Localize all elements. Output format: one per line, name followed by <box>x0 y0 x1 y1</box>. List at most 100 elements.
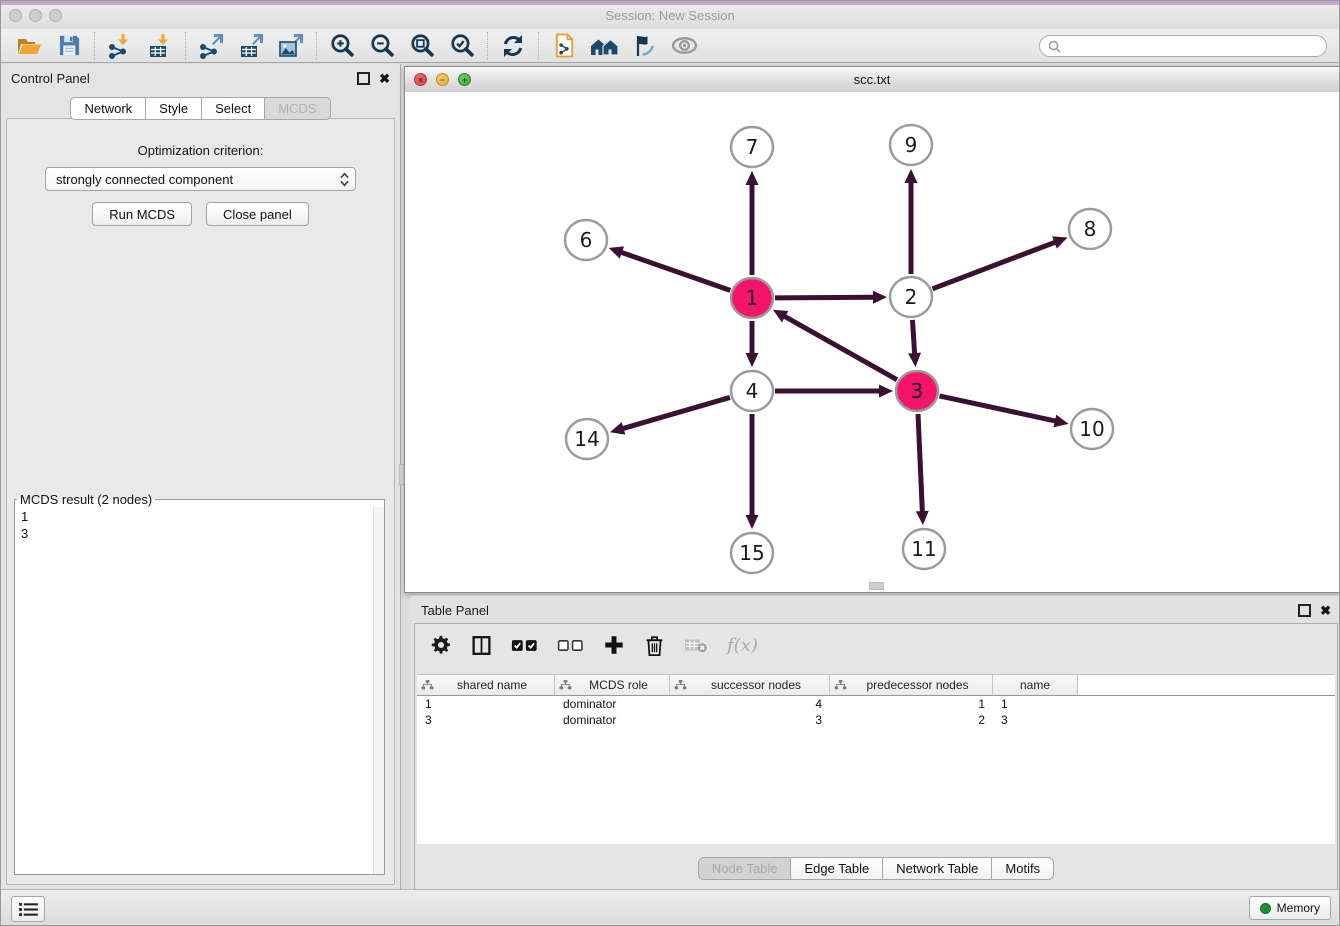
refresh-layout-button[interactable] <box>493 31 533 61</box>
close-table-panel-icon[interactable]: ✖ <box>1320 604 1331 617</box>
toolbar-separator <box>94 32 95 60</box>
cell-successor-nodes: 4 <box>670 697 830 711</box>
graph-edge-1-2[interactable] <box>775 291 887 304</box>
network-graph-svg[interactable]: 1 2 3 4 6 7 8 9 10 11 14 15 <box>405 92 1339 592</box>
control-panel-header: Control Panel ✖ <box>1 64 400 92</box>
split-column-button[interactable] <box>471 635 492 656</box>
graph-edge-4-3[interactable] <box>775 385 893 398</box>
graph-node-1[interactable]: 1 <box>731 278 773 318</box>
add-column-button[interactable] <box>603 634 625 656</box>
graph-node-7[interactable]: 7 <box>731 127 773 167</box>
cell-shared-name: 1 <box>417 697 555 711</box>
tab-select[interactable]: Select <box>201 97 265 120</box>
hide-selected-button[interactable] <box>624 31 664 61</box>
graph-node-9[interactable]: 9 <box>890 125 932 165</box>
float-table-panel-icon[interactable] <box>1298 604 1311 617</box>
result-scrollbar[interactable] <box>373 507 384 874</box>
graph-edge-2-3[interactable] <box>908 320 921 367</box>
column-header-predecessor-nodes[interactable]: predecessor nodes <box>830 675 993 695</box>
import-table-button[interactable] <box>140 31 180 61</box>
network-window-grip[interactable] <box>869 582 884 590</box>
tab-network-table[interactable]: Network Table <box>882 857 992 880</box>
graph-node-6[interactable]: 6 <box>565 220 607 260</box>
table-row-1[interactable]: 1dominator411 <box>417 696 1335 712</box>
float-panel-icon[interactable] <box>357 72 370 85</box>
column-header-successor-nodes[interactable]: successor nodes <box>670 675 830 695</box>
graph-node-label: 3 <box>911 379 924 403</box>
select-all-button[interactable] <box>511 638 538 653</box>
column-header-shared-name[interactable]: shared name <box>417 675 555 695</box>
close-panel-button[interactable]: Close panel <box>206 202 309 226</box>
graph-edge-3-1[interactable] <box>773 310 897 380</box>
graph-edge-1-7[interactable] <box>746 171 759 275</box>
tab-mcds[interactable]: MCDS <box>264 97 330 120</box>
deselect-all-button[interactable] <box>557 638 584 653</box>
trash-icon <box>644 634 665 657</box>
window-title: Session: New Session <box>1 8 1339 23</box>
optimization-criterion-select[interactable]: strongly connected component <box>45 167 356 191</box>
show-all-button[interactable] <box>664 31 704 61</box>
export-network-button[interactable] <box>191 31 231 61</box>
first-neighbors-button[interactable] <box>584 31 624 61</box>
table-settings-button[interactable] <box>430 634 452 656</box>
save-session-button[interactable] <box>49 31 89 61</box>
toolbar-separator <box>316 32 317 60</box>
export-table-button[interactable] <box>231 31 271 61</box>
delete-table-icon <box>684 636 708 654</box>
delete-table-button[interactable] <box>684 636 708 654</box>
graph-edge-4-15[interactable] <box>746 414 759 529</box>
column-header-name[interactable]: name <box>993 675 1078 695</box>
delete-column-button[interactable] <box>644 634 665 657</box>
cell-predecessor-nodes: 1 <box>830 697 993 711</box>
memory-button[interactable]: Memory <box>1249 896 1331 920</box>
graph-node-15[interactable]: 15 <box>731 533 773 573</box>
application-window: Session: New Session <box>0 0 1340 926</box>
tab-style[interactable]: Style <box>145 97 202 120</box>
criterion-selected-value: strongly connected component <box>56 172 233 187</box>
run-mcds-button[interactable]: Run MCDS <box>92 202 192 226</box>
graph-edge-3-10[interactable] <box>939 396 1068 427</box>
graph-edge-4-14[interactable] <box>610 397 730 434</box>
import-network-button[interactable] <box>100 31 140 61</box>
table-row-2[interactable]: 3dominator323 <box>417 712 1335 728</box>
graph-edge-2-9[interactable] <box>905 169 918 274</box>
network-canvas[interactable]: 1 2 3 4 6 7 8 9 10 11 14 15 <box>405 92 1339 592</box>
mcds-result-fieldset: MCDS result (2 nodes) 1 3 <box>14 492 385 875</box>
zoom-fit-icon <box>409 32 436 59</box>
export-network-icon <box>198 33 224 59</box>
column-header-mcds-role[interactable]: MCDS role <box>555 675 670 695</box>
graph-node-8[interactable]: 8 <box>1069 209 1111 249</box>
graph-node-label: 15 <box>739 541 764 565</box>
graph-node-14[interactable]: 14 <box>566 419 608 459</box>
graph-edge-1-4[interactable] <box>746 321 759 367</box>
graph-node-11[interactable]: 11 <box>903 529 945 569</box>
graph-node-2[interactable]: 2 <box>890 277 932 317</box>
graph-node-label: 8 <box>1084 217 1097 241</box>
tab-network[interactable]: Network <box>70 97 146 120</box>
zoom-fit-button[interactable] <box>402 31 442 61</box>
zoom-out-button[interactable] <box>362 31 402 61</box>
new-network-from-selection-button[interactable] <box>544 31 584 61</box>
tab-motifs[interactable]: Motifs <box>991 857 1054 880</box>
graph-node-label: 6 <box>580 228 593 252</box>
function-builder-button[interactable]: f(x) <box>727 635 758 656</box>
graph-node-3[interactable]: 3 <box>896 371 938 411</box>
zoom-selected-button[interactable] <box>442 31 482 61</box>
close-panel-icon[interactable]: ✖ <box>379 72 390 85</box>
tab-node-table[interactable]: Node Table <box>698 857 792 880</box>
open-session-button[interactable] <box>9 31 49 61</box>
zoom-in-button[interactable] <box>322 31 362 61</box>
export-image-button[interactable] <box>271 31 311 61</box>
save-icon <box>58 34 81 57</box>
graph-node-4[interactable]: 4 <box>731 371 773 411</box>
graph-edge-1-6[interactable] <box>609 246 731 290</box>
graph-edge-2-8[interactable] <box>933 236 1068 288</box>
graph-edge-3-11[interactable] <box>916 414 929 525</box>
deselect-all-icon <box>557 638 584 653</box>
graph-node-10[interactable]: 10 <box>1071 409 1113 449</box>
task-history-button[interactable] <box>11 896 45 922</box>
network-window-titlebar: × − + scc.txt <box>405 67 1339 93</box>
mcds-result-text[interactable]: 1 3 <box>15 507 374 874</box>
tab-edge-table[interactable]: Edge Table <box>790 857 883 880</box>
search-input[interactable] <box>1067 38 1318 54</box>
